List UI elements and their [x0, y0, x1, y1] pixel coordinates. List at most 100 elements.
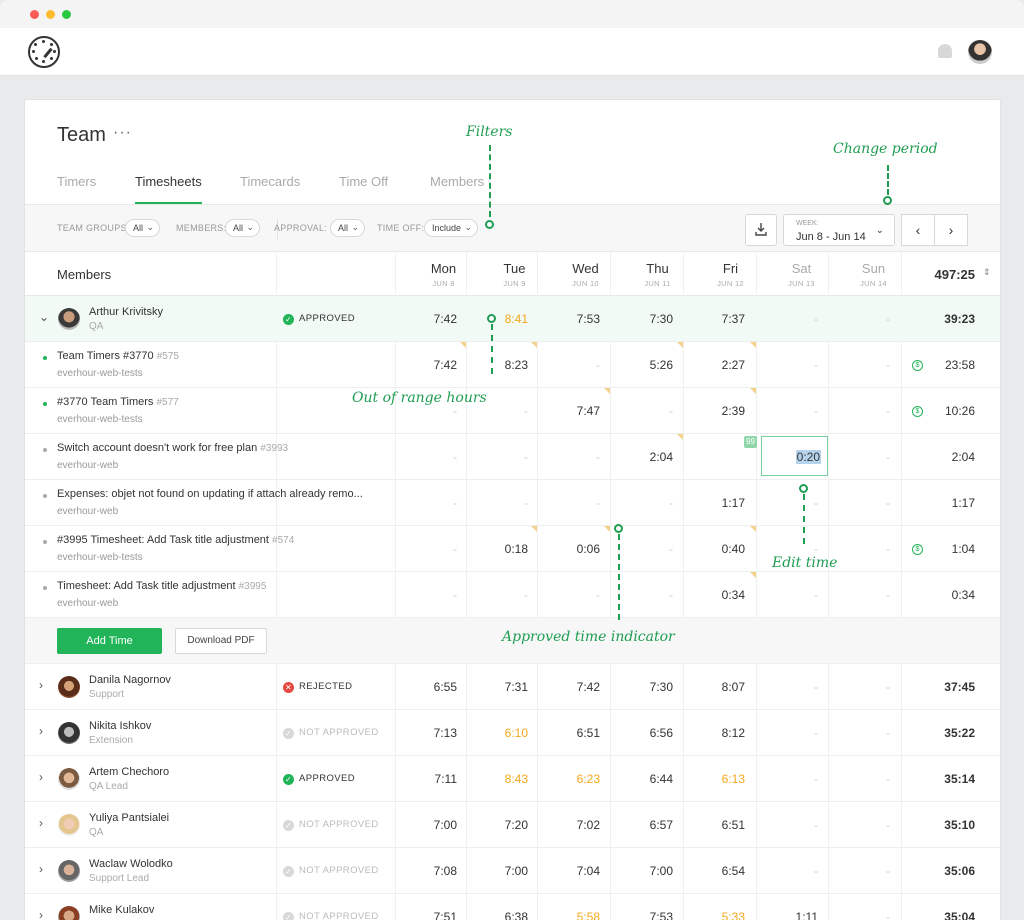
close-window-button[interactable]: [30, 10, 39, 19]
day-cell[interactable]: 7:47: [539, 404, 610, 418]
day-cell[interactable]: 0:18: [467, 542, 538, 556]
day-cell[interactable]: -: [539, 496, 610, 510]
member-row[interactable]: › Nikita Ishkov Extension ✓NOT APPROVED …: [25, 710, 1000, 756]
member-row-expanded[interactable]: ⌄ Arthur Krivitsky QA ✓APPROVED 7:42 8:4…: [25, 296, 1000, 342]
day-cell[interactable]: -: [757, 818, 828, 832]
day-cell[interactable]: -: [467, 404, 538, 418]
day-cell[interactable]: 2:39: [684, 404, 755, 418]
more-options-icon[interactable]: ···: [113, 124, 132, 142]
task-name[interactable]: Switch account doesn't work for free pla…: [57, 442, 288, 454]
day-cell[interactable]: -: [829, 588, 900, 602]
day-cell[interactable]: -: [612, 496, 683, 510]
day-cell[interactable]: 6:56: [612, 726, 683, 740]
member-row[interactable]: › Artem Chechoro QA Lead ✓APPROVED 7:11 …: [25, 756, 1000, 802]
export-button[interactable]: [745, 214, 777, 246]
day-cell[interactable]: -: [829, 404, 900, 418]
day-cell[interactable]: 7:00: [396, 818, 467, 832]
day-cell[interactable]: 5:58: [539, 910, 610, 920]
day-cell[interactable]: -: [757, 312, 828, 326]
status-badge[interactable]: ✕REJECTED: [283, 681, 352, 693]
day-cell[interactable]: 6:51: [684, 818, 755, 832]
tab-members[interactable]: Members: [430, 174, 484, 204]
day-cell[interactable]: 6:54: [684, 864, 755, 878]
task-name[interactable]: Timesheet: Add Task title adjustment #39…: [57, 580, 266, 592]
day-cell[interactable]: 7:31: [467, 680, 538, 694]
day-cell[interactable]: -: [467, 450, 538, 464]
member-name[interactable]: Waclaw Wolodko: [89, 858, 173, 870]
day-cell[interactable]: -: [539, 450, 610, 464]
day-cell[interactable]: 6:13: [684, 772, 755, 786]
day-cell[interactable]: -: [757, 864, 828, 878]
day-cell[interactable]: -: [757, 726, 828, 740]
maximize-window-button[interactable]: [62, 10, 71, 19]
task-name[interactable]: #3770 Team Timers #577: [57, 396, 179, 408]
member-name[interactable]: Artem Chechoro: [89, 766, 169, 778]
day-cell[interactable]: -: [829, 680, 900, 694]
expand-chevron-icon[interactable]: ›: [39, 724, 43, 738]
member-name[interactable]: Yuliya Pantsialei: [89, 812, 169, 824]
day-cell[interactable]: 7:00: [612, 864, 683, 878]
day-cell[interactable]: -: [829, 450, 900, 464]
tab-timers[interactable]: Timers: [57, 174, 96, 204]
member-row[interactable]: › Yuliya Pantsialei QA ✓NOT APPROVED 7:0…: [25, 802, 1000, 848]
day-cell[interactable]: 7:42: [396, 358, 467, 372]
minimize-window-button[interactable]: [46, 10, 55, 19]
day-cell[interactable]: -: [396, 450, 467, 464]
day-cell[interactable]: 7:30: [612, 312, 683, 326]
expand-chevron-icon[interactable]: ›: [39, 678, 43, 692]
day-cell[interactable]: 2:27: [684, 358, 755, 372]
day-cell[interactable]: -: [467, 496, 538, 510]
day-cell[interactable]: 8:12: [684, 726, 755, 740]
members-filter-select[interactable]: All⌄: [225, 219, 260, 237]
day-cell[interactable]: 8:23: [467, 358, 538, 372]
task-name[interactable]: Team Timers #3770 #575: [57, 350, 179, 362]
day-cell[interactable]: -: [757, 588, 828, 602]
member-name[interactable]: Arthur Krivitsky: [89, 306, 163, 318]
day-cell[interactable]: 7:53: [539, 312, 610, 326]
day-cell[interactable]: 7:00: [467, 864, 538, 878]
collapse-chevron-icon[interactable]: ⌄: [39, 310, 49, 324]
day-cell[interactable]: 7:04: [539, 864, 610, 878]
tab-timesheets[interactable]: Timesheets: [135, 174, 202, 204]
edit-time-input[interactable]: 0:20: [761, 436, 828, 476]
next-week-button[interactable]: ›: [934, 214, 968, 246]
status-badge[interactable]: ✓NOT APPROVED: [283, 911, 379, 920]
day-cell[interactable]: 1:17: [684, 496, 755, 510]
week-picker[interactable]: WEEK: Jun 8 - Jun 14 ⌄: [783, 214, 895, 246]
expand-chevron-icon[interactable]: ›: [39, 862, 43, 876]
day-cell[interactable]: 0:06: [539, 542, 610, 556]
status-badge[interactable]: ✓NOT APPROVED: [283, 819, 379, 831]
day-cell[interactable]: 0:40: [684, 542, 755, 556]
day-cell[interactable]: 7:13: [396, 726, 467, 740]
day-cell[interactable]: 2:04: [612, 450, 683, 464]
day-cell[interactable]: 5:26: [612, 358, 683, 372]
add-time-button[interactable]: Add Time: [57, 628, 162, 654]
day-cell[interactable]: 7:51: [396, 910, 467, 920]
day-cell[interactable]: 6:44: [612, 772, 683, 786]
day-cell[interactable]: 0:34: [684, 588, 755, 602]
note-badge-icon[interactable]: 99: [744, 436, 757, 448]
day-cell[interactable]: -: [396, 588, 467, 602]
day-cell[interactable]: -: [396, 404, 467, 418]
day-cell[interactable]: -: [539, 588, 610, 602]
member-row[interactable]: › Mike Kulakov ✓NOT APPROVED 7:51 6:38 5…: [25, 894, 1000, 920]
member-name[interactable]: Mike Kulakov: [89, 904, 154, 916]
status-badge[interactable]: ✓APPROVED: [283, 313, 355, 325]
task-name[interactable]: Expenses: objet not found on updating if…: [57, 488, 363, 500]
day-cell[interactable]: 7:30: [612, 680, 683, 694]
day-cell[interactable]: 7:02: [539, 818, 610, 832]
day-cell[interactable]: 6:55: [396, 680, 467, 694]
day-cell[interactable]: 7:37: [684, 312, 755, 326]
user-avatar[interactable]: [968, 40, 992, 64]
team-groups-select[interactable]: All⌄: [125, 219, 160, 237]
tab-time-off[interactable]: Time Off: [339, 174, 388, 204]
member-name[interactable]: Danila Nagornov: [89, 674, 171, 686]
day-cell[interactable]: 7:42: [539, 680, 610, 694]
day-cell[interactable]: 7:08: [396, 864, 467, 878]
day-cell[interactable]: 1:11: [757, 910, 828, 920]
member-row[interactable]: › Waclaw Wolodko Support Lead ✓NOT APPRO…: [25, 848, 1000, 894]
day-cell[interactable]: -: [757, 496, 828, 510]
day-cell[interactable]: 6:10: [467, 726, 538, 740]
day-cell[interactable]: -: [612, 588, 683, 602]
day-cell[interactable]: -: [757, 772, 828, 786]
